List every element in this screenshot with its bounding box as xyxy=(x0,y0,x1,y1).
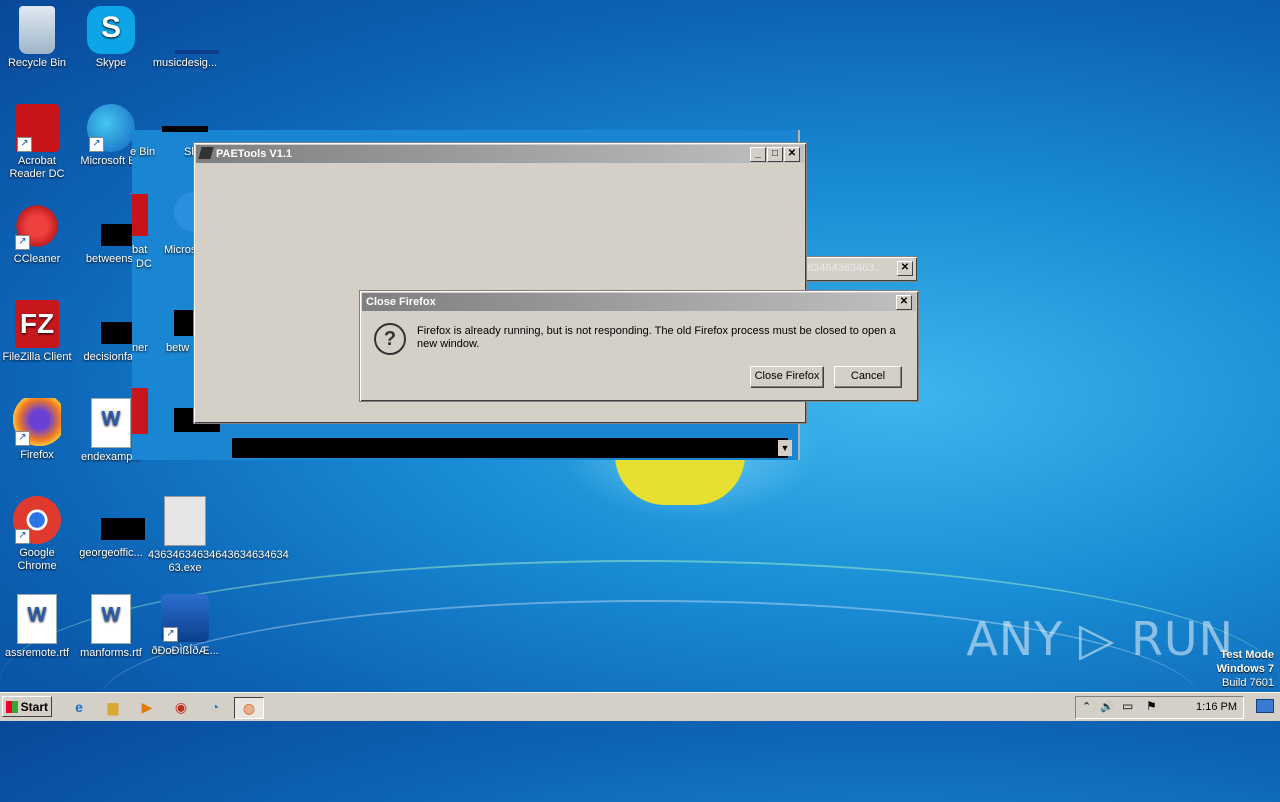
word-document-icon: W xyxy=(17,594,57,644)
icon-label: Google Chrome xyxy=(17,547,57,572)
icon-label: 43634634634643634634634 63.exe xyxy=(148,549,289,574)
desktop-icon-filezilla[interactable]: FZ FileZilla Client xyxy=(0,300,74,364)
explorer-icon[interactable]: ▆ xyxy=(102,697,124,717)
file-icon xyxy=(87,496,145,544)
desktop-icon-ccleaner[interactable]: ↗ CCleaner xyxy=(0,202,74,266)
shortcut-arrow-icon: ↗ xyxy=(17,137,32,152)
app-icon: ↗ xyxy=(161,594,209,642)
desktop-icon-firefox[interactable]: ↗ Firefox xyxy=(0,398,74,462)
edge-icon[interactable]: ◔ xyxy=(204,697,226,717)
start-button[interactable]: Start xyxy=(2,696,52,717)
desktop-icon-musicdesig[interactable]: musicdesig... xyxy=(148,6,222,70)
ie-icon[interactable]: e xyxy=(68,697,90,717)
icon-label: ðÐoÐÌßÍðÆ... xyxy=(151,645,219,657)
file-icon xyxy=(87,300,145,348)
icon-label: CCleaner xyxy=(13,253,61,265)
shortcut-arrow-icon: ↗ xyxy=(15,431,30,446)
dialog-titlebar[interactable]: Close Firefox ✕ xyxy=(362,293,916,311)
desktop-icon-georgeoffic[interactable]: georgeoffic... xyxy=(74,496,148,560)
chevron-up-icon[interactable]: ⌃ xyxy=(1082,700,1091,713)
close-firefox-dialog[interactable]: Close Firefox ✕ ? Firefox is already run… xyxy=(359,290,919,402)
app-icon xyxy=(198,147,214,159)
taskbar: Start e ▆ ▶ ◉ ◔ ◍ ⌃ 🔊 ▭ ⚑ 1:16 PM xyxy=(0,692,1280,721)
desktop-icon-skype[interactable]: S Skype xyxy=(74,6,148,70)
minimize-button[interactable]: _ xyxy=(750,147,766,162)
icon-label: musicdesig... xyxy=(152,57,218,69)
close-button[interactable]: ✕ xyxy=(784,147,800,162)
desktop-icon-exe[interactable]: 43634634634643634634634 63.exe xyxy=(148,496,289,575)
word-document-icon: W xyxy=(91,594,131,644)
scroll-down-icon[interactable]: ▼ xyxy=(778,440,792,456)
shortcut-arrow-icon: ↗ xyxy=(15,235,30,250)
close-icon[interactable]: ✕ xyxy=(897,261,913,276)
anyrun-watermark: ANY ▷ RUN xyxy=(966,612,1234,666)
desktop-icon-assremote[interactable]: W assremote.rtf xyxy=(0,594,74,660)
dialog-message: Firefox is already running, but is not r… xyxy=(417,325,896,350)
chrome-icon: ↗ xyxy=(13,496,61,544)
word-document-icon: W xyxy=(91,398,131,448)
skype-icon: S xyxy=(87,6,135,54)
show-desktop-icon[interactable] xyxy=(1256,699,1274,713)
icon-label: Acrobat Reader DC xyxy=(9,155,65,180)
desktop-icon-manforms[interactable]: W manforms.rtf xyxy=(74,594,148,660)
icon-label: manforms.rtf xyxy=(80,647,142,659)
maximize-button[interactable]: □ xyxy=(767,147,783,162)
windows-logo-icon xyxy=(6,701,18,713)
icon-label: FileZilla Client xyxy=(2,351,72,363)
installer-icon xyxy=(164,496,206,546)
clock[interactable]: 1:16 PM xyxy=(1196,697,1237,718)
desktop-icon-app[interactable]: ↗ ðÐoÐÌßÍðÆ... xyxy=(148,594,222,658)
cancel-button[interactable]: Cancel xyxy=(834,366,902,388)
recycle-bin-icon xyxy=(19,6,55,54)
file-icon xyxy=(161,6,219,54)
icon-label: assremote.rtf xyxy=(4,647,70,659)
close-button[interactable]: ✕ xyxy=(896,295,912,310)
acrobat-icon: ↗ xyxy=(15,104,59,152)
file-icon xyxy=(87,202,145,250)
filezilla-icon: FZ xyxy=(15,300,59,348)
shortcut-arrow-icon: ↗ xyxy=(163,627,178,642)
background-window-title: 63464363463... xyxy=(807,262,884,274)
question-icon: ? xyxy=(374,323,406,355)
background-window[interactable]: 63464363463... ✕ xyxy=(802,256,918,282)
paetools-titlebar[interactable]: PAETools V1.1 _ □ ✕ xyxy=(196,145,804,163)
firefox-icon: ↗ xyxy=(13,398,61,446)
network-icon[interactable]: ▭ xyxy=(1122,699,1133,713)
firefox-icon[interactable]: ◍ xyxy=(234,697,264,719)
media-player-icon[interactable]: ▶ xyxy=(136,697,158,717)
test-mode-label: Test Mode Windows 7 Build 7601 xyxy=(1216,649,1274,689)
chrome-icon[interactable]: ◉ xyxy=(170,697,192,717)
desktop-icon-chrome[interactable]: ↗ Google Chrome xyxy=(0,496,74,573)
action-center-flag-icon[interactable]: ⚑ xyxy=(1146,699,1157,713)
edge-icon: ↗ xyxy=(87,104,135,152)
system-tray: ⌃ 🔊 ▭ ⚑ 1:16 PM xyxy=(1075,696,1244,719)
ccleaner-icon: ↗ xyxy=(13,202,61,250)
desktop-icon-acrobat[interactable]: ↗ Acrobat Reader DC xyxy=(0,104,74,181)
close-firefox-button[interactable]: Close Firefox xyxy=(750,366,824,388)
icon-label: Skype xyxy=(95,57,127,69)
shortcut-arrow-icon: ↗ xyxy=(89,137,104,152)
dialog-title: Close Firefox xyxy=(366,296,436,308)
desktop-icon-recycle-bin[interactable]: Recycle Bin xyxy=(0,6,74,70)
volume-icon[interactable]: 🔊 xyxy=(1100,700,1114,713)
icon-label: Firefox xyxy=(20,449,54,461)
shortcut-arrow-icon: ↗ xyxy=(15,529,30,544)
icon-label: georgeoffic... xyxy=(79,547,143,559)
window-title: PAETools V1.1 xyxy=(216,148,293,160)
icon-label: Recycle Bin xyxy=(7,57,67,69)
